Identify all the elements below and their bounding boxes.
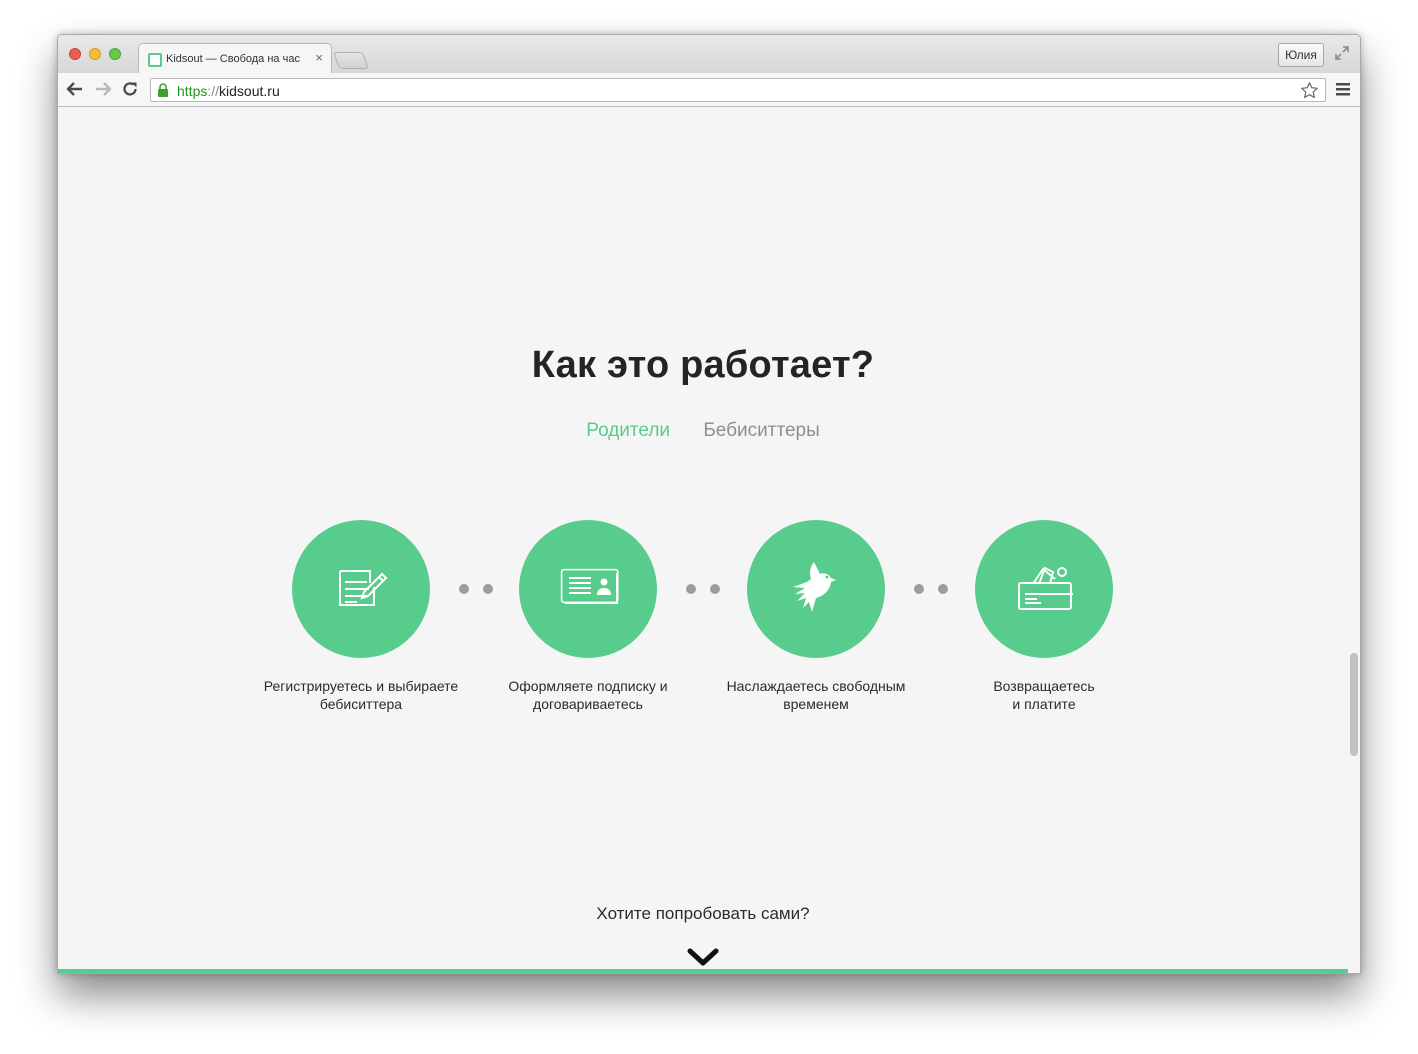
reload-icon[interactable] bbox=[121, 80, 139, 98]
form-pencil-icon bbox=[339, 570, 388, 606]
tab-kidsout[interactable]: Kidsout — Свобода на час × bbox=[138, 43, 332, 73]
chevron-down-icon[interactable] bbox=[686, 946, 720, 968]
next-section-edge bbox=[58, 969, 1348, 973]
step-caption: Оформляете подписку и договариваетесь bbox=[508, 678, 668, 712]
tab-strip: Kidsout — Свобода на час × Юлия bbox=[58, 35, 1360, 73]
minimize-window-button[interactable] bbox=[89, 48, 101, 60]
wallet-icon bbox=[1018, 566, 1073, 610]
url-text: https://kidsout.ru bbox=[177, 83, 280, 99]
dove-icon bbox=[793, 562, 836, 612]
scrollbar[interactable] bbox=[1350, 653, 1358, 756]
tab-close-icon[interactable]: × bbox=[315, 50, 323, 65]
step-connector bbox=[686, 584, 720, 594]
step-caption: Наслаждаетесь свободным временем bbox=[726, 678, 906, 712]
back-arrow-icon[interactable] bbox=[66, 80, 84, 98]
tab-title: Kidsout — Свобода на час bbox=[166, 53, 300, 65]
profile-button[interactable]: Юлия bbox=[1278, 43, 1324, 67]
close-window-button[interactable] bbox=[69, 48, 81, 60]
step-caption: Регистрируетесь и выбираете бебиситтера bbox=[263, 678, 459, 712]
new-tab-button[interactable] bbox=[332, 52, 370, 69]
step-connector bbox=[914, 584, 948, 594]
menu-icon[interactable] bbox=[1336, 83, 1350, 96]
address-bar[interactable]: https://kidsout.ru bbox=[150, 78, 1326, 102]
step-caption: Возвращаетесь и платите bbox=[993, 678, 1095, 712]
audience-switch: Родители Бебиситтеры bbox=[58, 420, 1348, 442]
page-content: Как это работает? Родители Бебиситтеры Р… bbox=[58, 108, 1360, 973]
step-connector bbox=[459, 584, 493, 594]
id-card-icon bbox=[560, 568, 619, 604]
fullscreen-icon[interactable] bbox=[1334, 45, 1350, 61]
step-circle bbox=[975, 520, 1113, 658]
lock-icon bbox=[158, 83, 168, 97]
page-title: Как это работает? bbox=[531, 344, 875, 386]
forward-arrow-icon[interactable] bbox=[94, 80, 112, 98]
tab-babysitters[interactable]: Бебиситтеры bbox=[703, 420, 819, 442]
bookmark-star-icon[interactable] bbox=[1300, 81, 1319, 100]
step-circle bbox=[292, 520, 430, 658]
favicon-icon bbox=[148, 53, 162, 67]
zoom-window-button[interactable] bbox=[109, 48, 121, 60]
step-circle bbox=[519, 520, 657, 658]
step-circle bbox=[747, 520, 885, 658]
tab-parents[interactable]: Родители bbox=[586, 420, 670, 442]
cta-text: Хотите попробовать сами? bbox=[596, 904, 810, 923]
toolbar: https://kidsout.ru bbox=[58, 73, 1360, 107]
browser-window: Kidsout — Свобода на час × Юлия https://… bbox=[57, 34, 1361, 974]
